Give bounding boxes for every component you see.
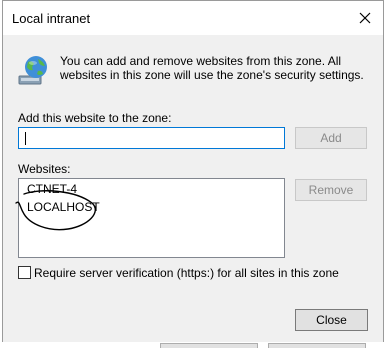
dialog-title: Local intranet	[12, 11, 91, 26]
https-label: Require server verification (https:) for…	[34, 266, 339, 280]
close-icon[interactable]	[355, 8, 375, 28]
close-button[interactable]: Close	[295, 309, 368, 331]
list-item[interactable]: CTNET-4	[27, 182, 77, 196]
https-checkbox[interactable]	[18, 266, 31, 279]
dialog-body: You can add and remove websites from thi…	[3, 35, 383, 343]
websites-label: Websites:	[18, 162, 71, 176]
add-button[interactable]: Add	[295, 127, 367, 149]
remove-button[interactable]: Remove	[295, 179, 367, 201]
info-text: You can add and remove websites from thi…	[60, 54, 364, 82]
globe-icon	[16, 54, 50, 88]
text-caret	[25, 132, 26, 145]
add-website-label: Add this website to the zone:	[18, 111, 172, 125]
list-item[interactable]: LOCALHOST	[27, 200, 100, 214]
website-input[interactable]	[18, 127, 285, 149]
underlying-button	[160, 343, 258, 348]
underlying-button	[268, 343, 366, 348]
dialog-frame: Local intranet You can add and remove we…	[2, 0, 384, 343]
local-intranet-dialog: Local intranet You can add and remove we…	[0, 0, 385, 348]
websites-list[interactable]: CTNET-4 LOCALHOST	[18, 178, 285, 258]
title-bar: Local intranet	[3, 1, 383, 35]
